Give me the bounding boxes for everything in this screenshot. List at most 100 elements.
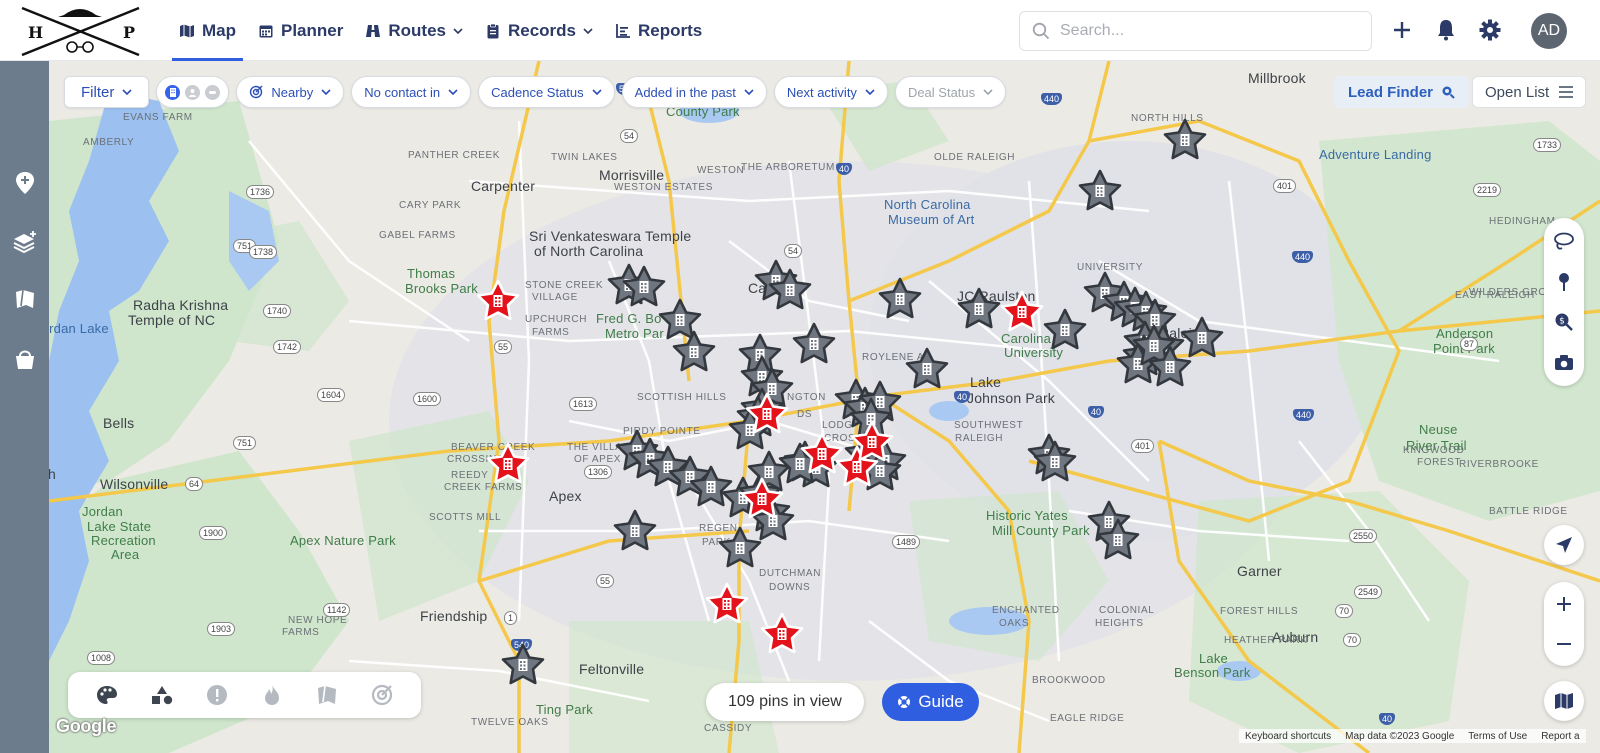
zoom-out-button[interactable] (1552, 632, 1576, 656)
record-pin-gray[interactable] (791, 321, 837, 367)
map-label: Johnson Park (967, 390, 1056, 406)
map-label: EAGLE RIDGE (1050, 713, 1125, 724)
map-canvas[interactable]: Millbrook EVANS FARM NORTH HILLS County Par… (49, 61, 1600, 753)
record-pin-gray[interactable] (877, 276, 923, 322)
record-pin-red[interactable] (849, 419, 895, 465)
map-icon (180, 24, 194, 37)
map-label: Feltonville (579, 661, 645, 677)
lasso-button[interactable] (1552, 230, 1576, 254)
record-pin-gray[interactable] (1077, 168, 1123, 214)
record-pin-red[interactable] (759, 611, 805, 657)
highway-shield: 2219 (1473, 183, 1502, 197)
record-pin-gray[interactable] (1162, 117, 1208, 163)
layers-button[interactable] (12, 229, 38, 255)
record-pin-red[interactable] (999, 289, 1045, 335)
record-pin-gray[interactable] (1095, 517, 1141, 563)
record-pin-red[interactable] (739, 476, 785, 522)
territory-button[interactable] (12, 286, 38, 312)
camera-button[interactable] (1552, 350, 1576, 374)
territories-button[interactable] (314, 682, 340, 708)
map-label: COLONIAL (1099, 605, 1155, 616)
zoom-in-button[interactable] (1552, 592, 1576, 616)
added-in-past-label: Added in the past (634, 84, 736, 100)
map-type-button[interactable] (1544, 681, 1584, 721)
record-pin-gray[interactable] (612, 508, 658, 554)
map-label: Historic Yates (986, 508, 1068, 523)
nav-map[interactable]: Map (170, 0, 245, 61)
open-list-button[interactable]: Open List (1472, 76, 1587, 108)
record-pin-red[interactable] (704, 581, 750, 627)
cadence-status-filter[interactable]: Cadence Status (478, 76, 615, 108)
settings-button[interactable] (1478, 18, 1502, 42)
record-pin-gray[interactable] (1032, 439, 1078, 485)
nav-planner[interactable]: Planner (249, 0, 352, 61)
next-activity-filter[interactable]: Next activity (773, 76, 888, 108)
map-label: SCOTTISH HILLS (637, 392, 727, 403)
highway-shield: 1903 (207, 622, 236, 636)
lead-finder-button[interactable]: Lead Finder (1334, 76, 1470, 108)
deal-toggle-icon[interactable] (205, 84, 221, 100)
map-label: HEATHER PARK (1224, 635, 1308, 646)
map-label: SOUTHWEST (954, 420, 1024, 431)
record-pin-red[interactable] (485, 441, 531, 487)
map-label: DOWNS (769, 582, 811, 593)
map-label: Apex (549, 488, 582, 504)
terms-link[interactable]: Terms of Use (1468, 731, 1527, 742)
map-label: WESTON ESTATES (614, 182, 713, 193)
nav-reports[interactable]: Reports (606, 0, 711, 61)
highway-shield: 1738 (249, 245, 278, 259)
record-pin-gray[interactable] (500, 642, 546, 688)
keyboard-shortcuts-link[interactable]: Keyboard shortcuts (1245, 731, 1331, 742)
lead-finder-label: Lead Finder (1348, 83, 1434, 101)
record-pin-gray[interactable] (1147, 344, 1193, 390)
deal-status-filter[interactable]: Deal Status (894, 76, 1007, 108)
radius-button[interactable] (369, 682, 395, 708)
heatmap-button[interactable] (259, 682, 285, 708)
drop-pin-button[interactable] (1552, 270, 1576, 294)
shape-by-button[interactable] (149, 682, 175, 708)
bucket-button[interactable] (12, 346, 38, 372)
report-link[interactable]: Report a (1541, 731, 1579, 742)
chevron-down-icon (122, 89, 132, 96)
add-pin-button[interactable] (12, 170, 38, 196)
highway-shield: 440 (1293, 409, 1315, 421)
person-toggle-icon[interactable] (185, 84, 201, 100)
search-bar[interactable] (1019, 11, 1372, 51)
filter-button[interactable]: Filter (64, 76, 150, 108)
record-type-toggles[interactable] (156, 76, 230, 108)
dollar-search-button[interactable]: $ (1552, 310, 1576, 334)
record-pin-red[interactable] (744, 391, 790, 437)
record-pin-gray[interactable] (904, 346, 950, 392)
guide-button[interactable]: Guide (882, 683, 979, 721)
map-label: Thomas (407, 266, 456, 281)
no-contact-filter[interactable]: No contact in (351, 76, 472, 108)
nav-routes[interactable]: Routes (356, 0, 472, 61)
map-label: Wilsonville (100, 476, 169, 492)
record-pin-red[interactable] (475, 278, 521, 324)
highway-shield: 401 (1273, 179, 1297, 193)
notifications-button[interactable] (1434, 18, 1458, 42)
add-button[interactable] (1390, 18, 1414, 42)
company-logo[interactable]: H P (14, 3, 147, 58)
added-in-past-filter[interactable]: Added in the past (621, 76, 767, 108)
alerts-button[interactable] (204, 682, 230, 708)
map-label: UPCHURCH (525, 314, 588, 325)
map-label: Area (111, 547, 140, 562)
company-toggle-icon[interactable] (165, 84, 181, 100)
record-pin-gray[interactable] (671, 329, 717, 375)
user-avatar[interactable]: AD (1531, 13, 1567, 49)
record-pin-gray[interactable] (767, 267, 813, 313)
my-location-button[interactable] (1544, 525, 1584, 565)
nearby-filter[interactable]: Nearby (236, 76, 345, 108)
logo-letter-h: H (28, 23, 43, 42)
territory-icon (16, 289, 34, 308)
record-pin-gray[interactable] (717, 525, 763, 571)
nav-planner-label: Planner (281, 20, 344, 40)
gear-icon (1479, 19, 1501, 41)
nav-records-label: Records (507, 20, 577, 40)
nav-records[interactable]: Records (476, 0, 602, 61)
search-input[interactable] (1060, 22, 1350, 40)
color-by-button[interactable] (94, 682, 120, 708)
record-pin-gray[interactable] (956, 286, 1002, 332)
map-label: Sri Venkateswara Temple (529, 228, 692, 244)
